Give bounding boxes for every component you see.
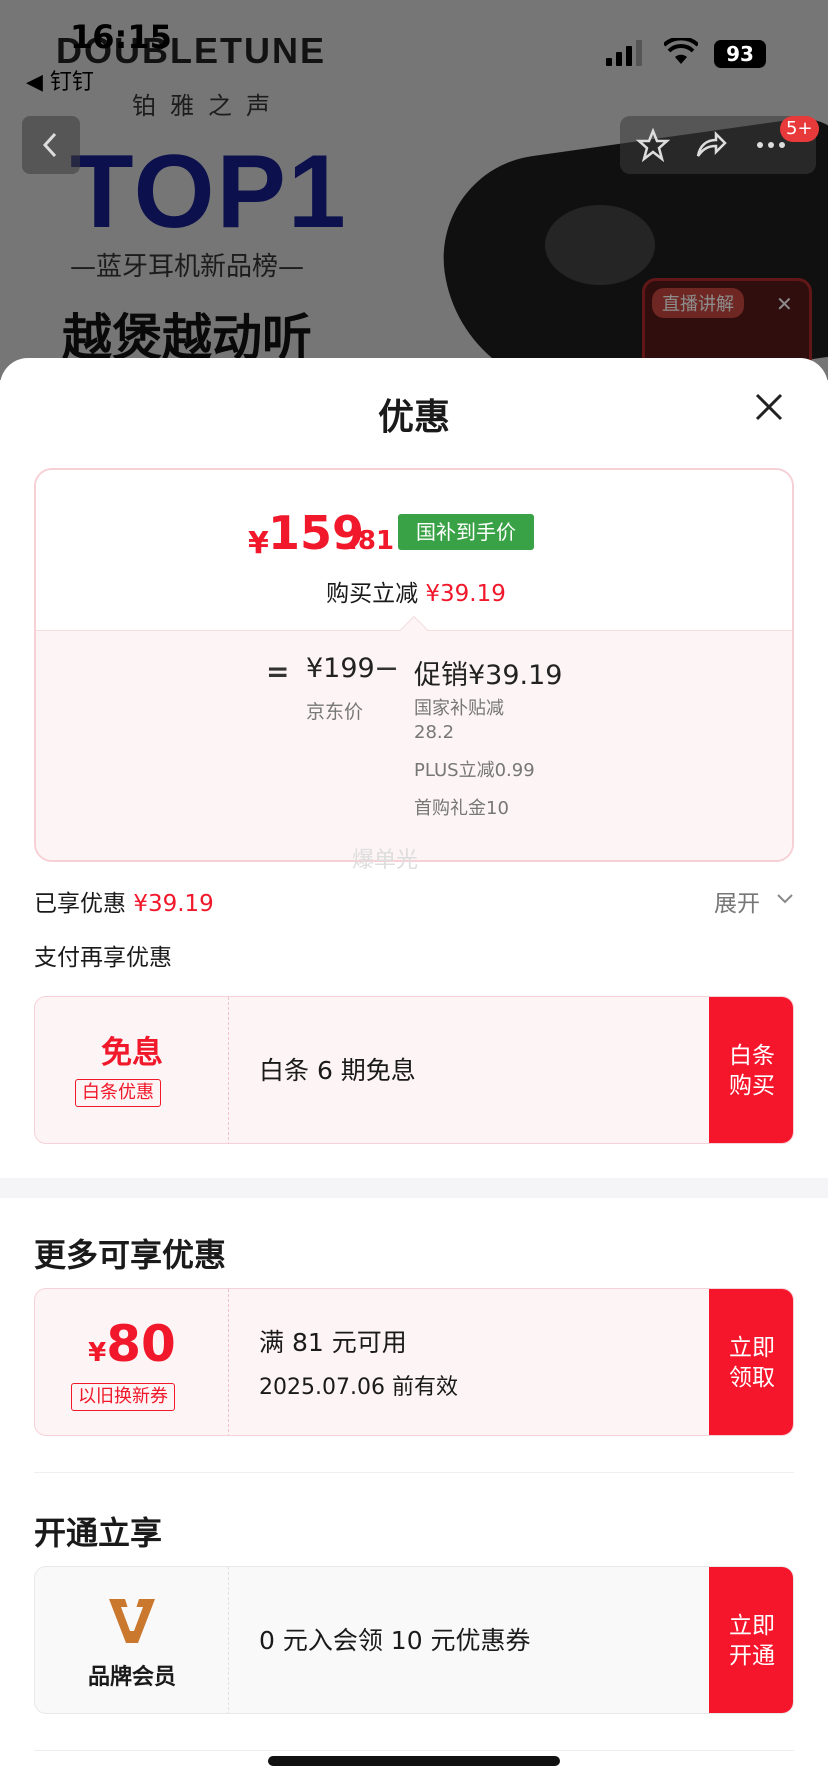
notification-badge: 5+ <box>780 116 819 142</box>
coupon-amount: ¥80 <box>35 1315 229 1373</box>
open-membership-label: 立即开通 <box>729 1613 775 1669</box>
tradein-tag: 以旧换新券 <box>71 1383 175 1411</box>
star-favorite-icon[interactable] <box>636 128 670 162</box>
brand-member-logo-icon <box>109 1599 155 1643</box>
battery-indicator: 93 <box>714 40 766 68</box>
cellular-signal-icon <box>606 40 642 66</box>
enjoyed-discount: 已享优惠 ¥39.19 <box>34 884 214 918</box>
pay-discount-title: 支付再享优惠 <box>34 945 172 971</box>
open-membership-button[interactable]: 立即开通 <box>709 1567 793 1713</box>
baitiao-tag: 白条优惠 <box>75 1079 161 1107</box>
buy-reduce-value: ¥39.19 <box>425 581 506 607</box>
enjoyed-value: ¥39.19 <box>133 891 214 917</box>
close-icon[interactable] <box>748 386 790 428</box>
discount-sheet: 优惠 ¥ 159 .81 国补到手价 购买立减 ¥39.19 = ¥199 京东… <box>0 358 828 1792</box>
wifi-icon <box>664 38 698 64</box>
divider-line <box>34 1750 794 1751</box>
buy-reduce-line: 购买立减 ¥39.19 <box>36 574 792 608</box>
coupon-value: 80 <box>106 1315 176 1373</box>
promo-total: 促销¥39.19 <box>414 660 563 691</box>
promo-item: 国家补贴减 <box>414 698 504 719</box>
buy-reduce-label: 购买立减 <box>326 581 419 607</box>
share-icon[interactable] <box>694 128 728 162</box>
chevron-down-icon[interactable] <box>776 892 794 906</box>
brand-member-card: 品牌会员 0 元入会领 10 元优惠券 立即开通 <box>34 1566 794 1714</box>
price-breakdown-card: ¥ 159 .81 国补到手价 购买立减 ¥39.19 = ¥199 京东价 −… <box>34 468 794 862</box>
baitiao-description: 白条 6 期免息 <box>259 1056 416 1085</box>
coupon-left-panel: 免息 白条优惠 <box>35 997 229 1143</box>
final-price-currency: ¥ <box>248 526 269 561</box>
coupon-currency: ¥ <box>88 1338 107 1368</box>
baitiao-buy-label: 白条购买 <box>729 1043 775 1099</box>
brand-member-label: 品牌会员 <box>87 1665 176 1690</box>
back-button[interactable] <box>22 116 80 174</box>
coupon-condition: 满 81 元可用 <box>259 1328 407 1357</box>
coupon-left-panel: 品牌会员 <box>35 1567 229 1713</box>
claim-coupon-label: 立即领取 <box>729 1335 775 1391</box>
back-to-app-link[interactable]: ◀ 钉钉 <box>26 64 94 96</box>
price-calculation-section: = ¥199 京东价 − 促销¥39.19 国家补贴减 28.2 PLUS立减0… <box>36 630 792 860</box>
promo-item: PLUS立减0.99 <box>414 760 535 781</box>
tradein-coupon: ¥80 以旧换新券 满 81 元可用 2025.07.06 前有效 立即领取 <box>34 1288 794 1436</box>
product-page-background: DOUBLETUNE 铂雅之声 TOP1 —蓝牙耳机新品榜— 越煲越动听 直播讲… <box>0 0 828 380</box>
watermark-text: 爆单光 <box>352 848 419 873</box>
home-indicator[interactable] <box>268 1756 560 1766</box>
jd-price-label: 京东价 <box>306 701 364 723</box>
open-membership-title: 开通立享 <box>34 1514 163 1552</box>
modal-overlay[interactable] <box>0 0 828 380</box>
baitiao-coupon: 免息 白条优惠 白条 6 期免息 白条购买 <box>34 996 794 1144</box>
baitiao-buy-button[interactable]: 白条购买 <box>709 997 793 1143</box>
divider-line <box>34 1472 794 1473</box>
subsidy-price-tag: 国补到手价 <box>398 514 534 550</box>
promo-item: 28.2 <box>414 722 455 743</box>
final-price-decimal: .81 <box>348 526 395 556</box>
interest-free-label: 免息 <box>101 1035 163 1071</box>
claim-coupon-button[interactable]: 立即领取 <box>709 1289 793 1435</box>
status-time: 16:15 <box>70 18 172 56</box>
promo-item: 首购礼金10 <box>414 798 509 819</box>
section-divider <box>0 1178 828 1198</box>
chevron-left-icon <box>42 132 57 158</box>
minus-sign: − <box>374 651 400 686</box>
member-description: 0 元入会领 10 元优惠券 <box>259 1626 531 1655</box>
coupon-expiry: 2025.07.06 前有效 <box>259 1375 458 1400</box>
more-discounts-title: 更多可享优惠 <box>34 1236 227 1274</box>
sheet-title: 优惠 <box>377 397 450 438</box>
expand-button[interactable]: 展开 <box>714 884 760 918</box>
coupon-left-panel: ¥80 以旧换新券 <box>35 1289 229 1435</box>
jd-price-value: ¥199 <box>306 653 375 684</box>
equals-sign: = <box>266 655 290 688</box>
final-price-section: ¥ 159 .81 国补到手价 购买立减 ¥39.19 <box>36 470 792 630</box>
enjoyed-label: 已享优惠 <box>34 891 126 917</box>
